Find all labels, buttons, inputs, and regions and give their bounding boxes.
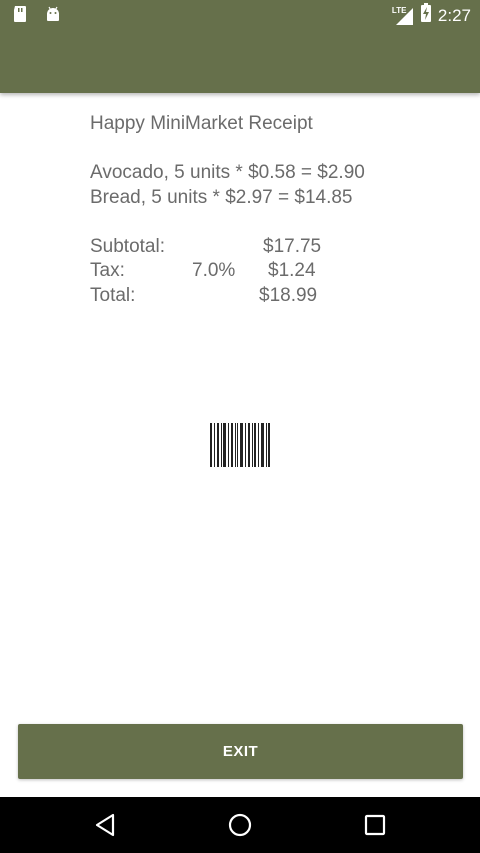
exit-button[interactable]: EXIT: [18, 724, 463, 779]
tax-rate: 7.0%: [192, 260, 236, 281]
subtotal-row: Subtotal: $17.75: [90, 235, 450, 260]
total-label: Total:: [90, 284, 136, 306]
tax-label: Tax:: [90, 260, 125, 281]
receipt: Happy MiniMarket Receipt Avocado, 5 unit…: [90, 112, 450, 308]
receipt-item: Avocado, 5 units * $0.58 = $2.90: [90, 162, 365, 183]
status-time: 2:27: [437, 5, 471, 25]
lte-signal-icon: LTE: [392, 6, 414, 26]
status-bar: LTE 2:27: [0, 0, 480, 28]
subtotal-amount: $17.75: [263, 235, 322, 257]
recents-icon[interactable]: [361, 811, 389, 839]
barcode-icon: [210, 423, 270, 467]
back-icon[interactable]: [91, 811, 119, 839]
total-row: Total: $18.99: [90, 284, 450, 309]
receipt-item: Bread, 5 units * $2.97 = $14.85: [90, 186, 353, 208]
navigation-bar: [0, 797, 480, 853]
android-icon: [44, 5, 62, 28]
tax-row: Tax: 7.0% $1.24: [90, 259, 450, 284]
sd-card-icon: [12, 5, 28, 28]
receipt-title: Happy MiniMarket Receipt: [90, 113, 313, 134]
home-icon[interactable]: [226, 811, 254, 839]
tax-amount: $1.24: [268, 260, 316, 281]
battery-charging-icon: [420, 3, 432, 28]
subtotal-label: Subtotal:: [90, 235, 165, 257]
total-amount: $18.99: [259, 284, 318, 306]
